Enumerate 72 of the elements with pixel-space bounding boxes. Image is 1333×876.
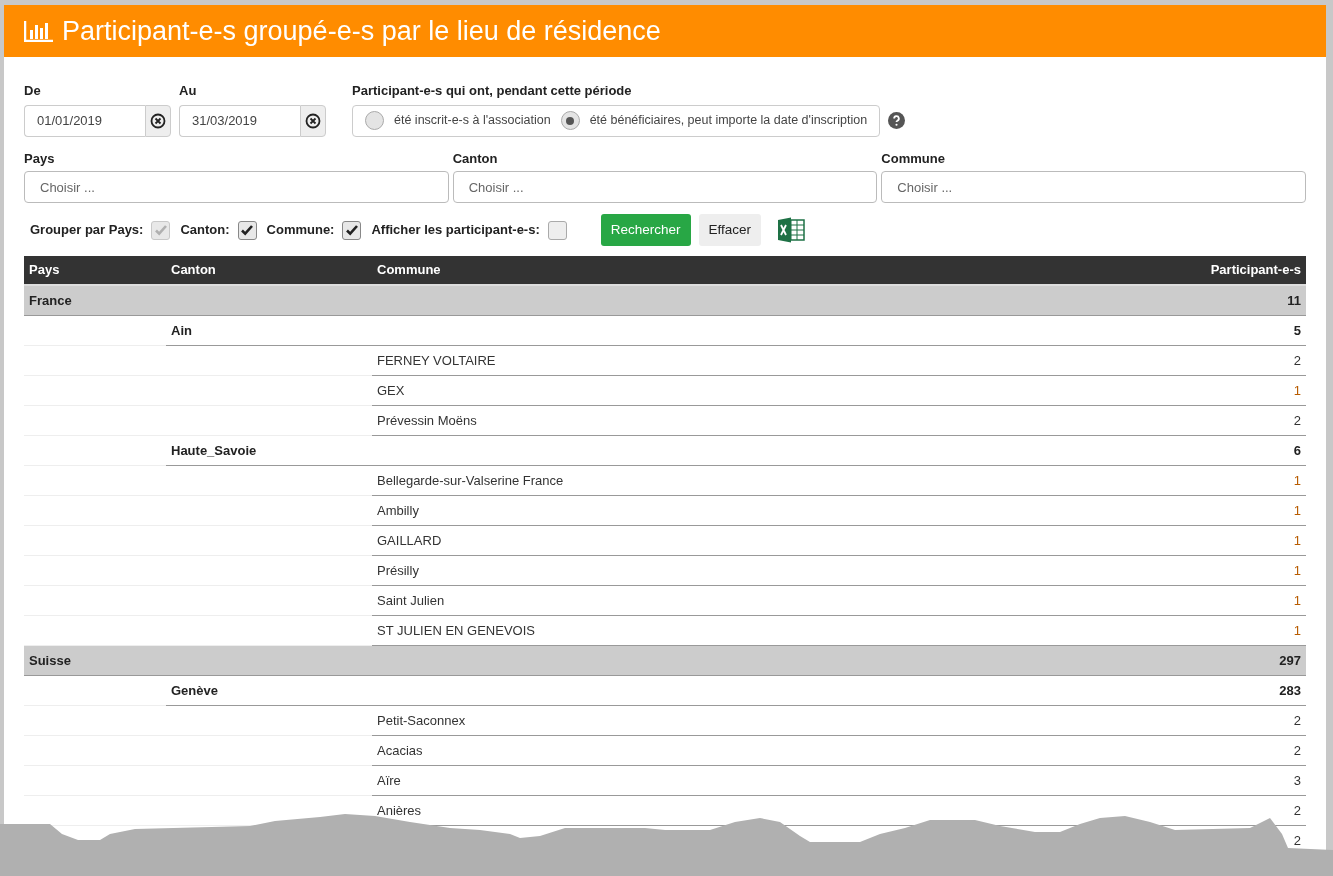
count-cell-text: 1 xyxy=(1293,531,1301,550)
close-icon xyxy=(150,112,166,129)
bar-chart-icon xyxy=(24,20,54,42)
count-cell-text: 6 xyxy=(1293,441,1301,460)
clear-date-button[interactable] xyxy=(300,104,326,137)
count-cell-text: 11 xyxy=(1287,291,1301,310)
commune-cell: Petit-Saconnex xyxy=(377,712,466,728)
count-cell-text: 297 xyxy=(1279,651,1301,670)
checkbox[interactable] xyxy=(237,220,257,240)
clear-date-button[interactable] xyxy=(145,104,171,137)
column-header: Participant-e-s xyxy=(1209,261,1302,280)
commune-cell: Présilly xyxy=(377,562,419,578)
close-icon xyxy=(305,112,321,129)
checkbox-label: Grouper par Pays: xyxy=(30,221,144,240)
page-title: Participant-e-s groupé-e-s par le lieu de résidence xyxy=(62,14,661,48)
country-cell-text: France xyxy=(29,291,73,310)
select-field[interactable]: Choisir ... xyxy=(881,171,1306,203)
field-label: Au xyxy=(179,82,198,100)
radio-button[interactable] xyxy=(365,111,384,130)
count-cell-text: 2 xyxy=(1293,351,1301,370)
count-cell-text: 3 xyxy=(1293,771,1301,790)
commune-cell: GAILLARD xyxy=(377,532,442,548)
help-icon[interactable] xyxy=(888,112,906,129)
count-cell-text: 1 xyxy=(1293,561,1301,580)
count-cell-text: 5 xyxy=(1293,321,1301,340)
commune-cell: Aïre xyxy=(377,772,401,788)
select-field[interactable]: Choisir ... xyxy=(452,171,878,203)
canton-cell-text: Ain xyxy=(171,321,193,340)
commune-cell: Ambilly xyxy=(377,502,419,518)
commune-cell: Acacias xyxy=(377,742,423,758)
count-cell-text: 2 xyxy=(1293,711,1301,730)
column-header: Canton xyxy=(170,261,217,280)
count-cell-text: 1 xyxy=(1293,621,1301,640)
field-label: Canton xyxy=(452,149,499,168)
country-cell-text: Suisse xyxy=(29,651,72,670)
radio-label: été bénéficiaires, peut importe la date d'inscription xyxy=(589,112,868,130)
date-field[interactable]: 01/01/2019 xyxy=(24,104,145,137)
count-cell-text: 1 xyxy=(1293,381,1301,400)
checkbox[interactable] xyxy=(547,220,567,240)
canton-cell-text: Haute_Savoie xyxy=(171,441,258,460)
commune-cell: ST JULIEN EN GENEVOIS xyxy=(377,622,535,638)
checkbox[interactable] xyxy=(342,220,362,240)
field-label: De xyxy=(24,82,42,100)
canton-cell-text: Genève xyxy=(171,681,219,700)
field-label: Participant-e-s qui ont, pendant cette période xyxy=(352,82,633,100)
count-cell-text: 2 xyxy=(1293,831,1301,850)
count-cell-text: 2 xyxy=(1293,801,1301,820)
select-field[interactable]: Choisir ... xyxy=(24,171,449,203)
count-cell-text: 1 xyxy=(1293,591,1301,610)
spreadsheet-icon[interactable] xyxy=(777,217,806,243)
date-field[interactable]: 31/03/2019 xyxy=(179,104,300,137)
commune-cell: Saint Julien xyxy=(377,592,445,608)
commune-cell: Bellegarde-sur-Valserine France xyxy=(377,472,564,488)
checkbox-label: Afficher les participant-e-s: xyxy=(371,221,540,240)
commune-cell: FERNEY VOLTAIRE xyxy=(377,352,496,368)
field-label: Pays xyxy=(24,149,56,168)
commune-cell: Prévessin Moëns xyxy=(377,412,477,428)
count-cell-text: 1 xyxy=(1293,501,1301,520)
column-header: Commune xyxy=(376,261,442,280)
count-cell-text: 1 xyxy=(1293,471,1301,490)
checkbox-label: Commune: xyxy=(266,221,335,240)
count-cell-text: 2 xyxy=(1293,741,1301,760)
field-label: Commune xyxy=(881,149,946,168)
checkbox-label: Canton: xyxy=(180,221,230,240)
clear-button[interactable]: Effacer xyxy=(698,214,762,246)
radio-button[interactable] xyxy=(560,111,580,130)
count-cell-text: 2 xyxy=(1293,411,1301,430)
commune-cell: GEX xyxy=(377,382,405,398)
commune-cell: Anières xyxy=(377,802,422,818)
radio-label: été inscrit-e-s à l'association xyxy=(394,112,551,130)
column-header: Pays xyxy=(28,261,61,280)
count-cell-text: 283 xyxy=(1279,681,1301,700)
